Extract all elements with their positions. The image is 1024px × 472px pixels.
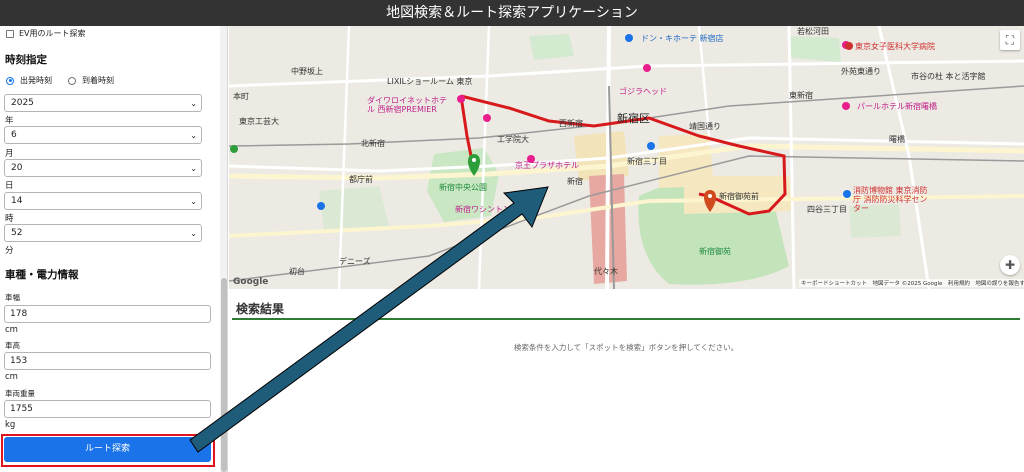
- annotation-arrow: [189, 186, 549, 453]
- annotation-arrow-icon: [189, 186, 549, 453]
- app-window: 地図検索＆ルート探索アプリケーション EV用のルート探索 時刻指定 出発時刻 到…: [0, 0, 1024, 472]
